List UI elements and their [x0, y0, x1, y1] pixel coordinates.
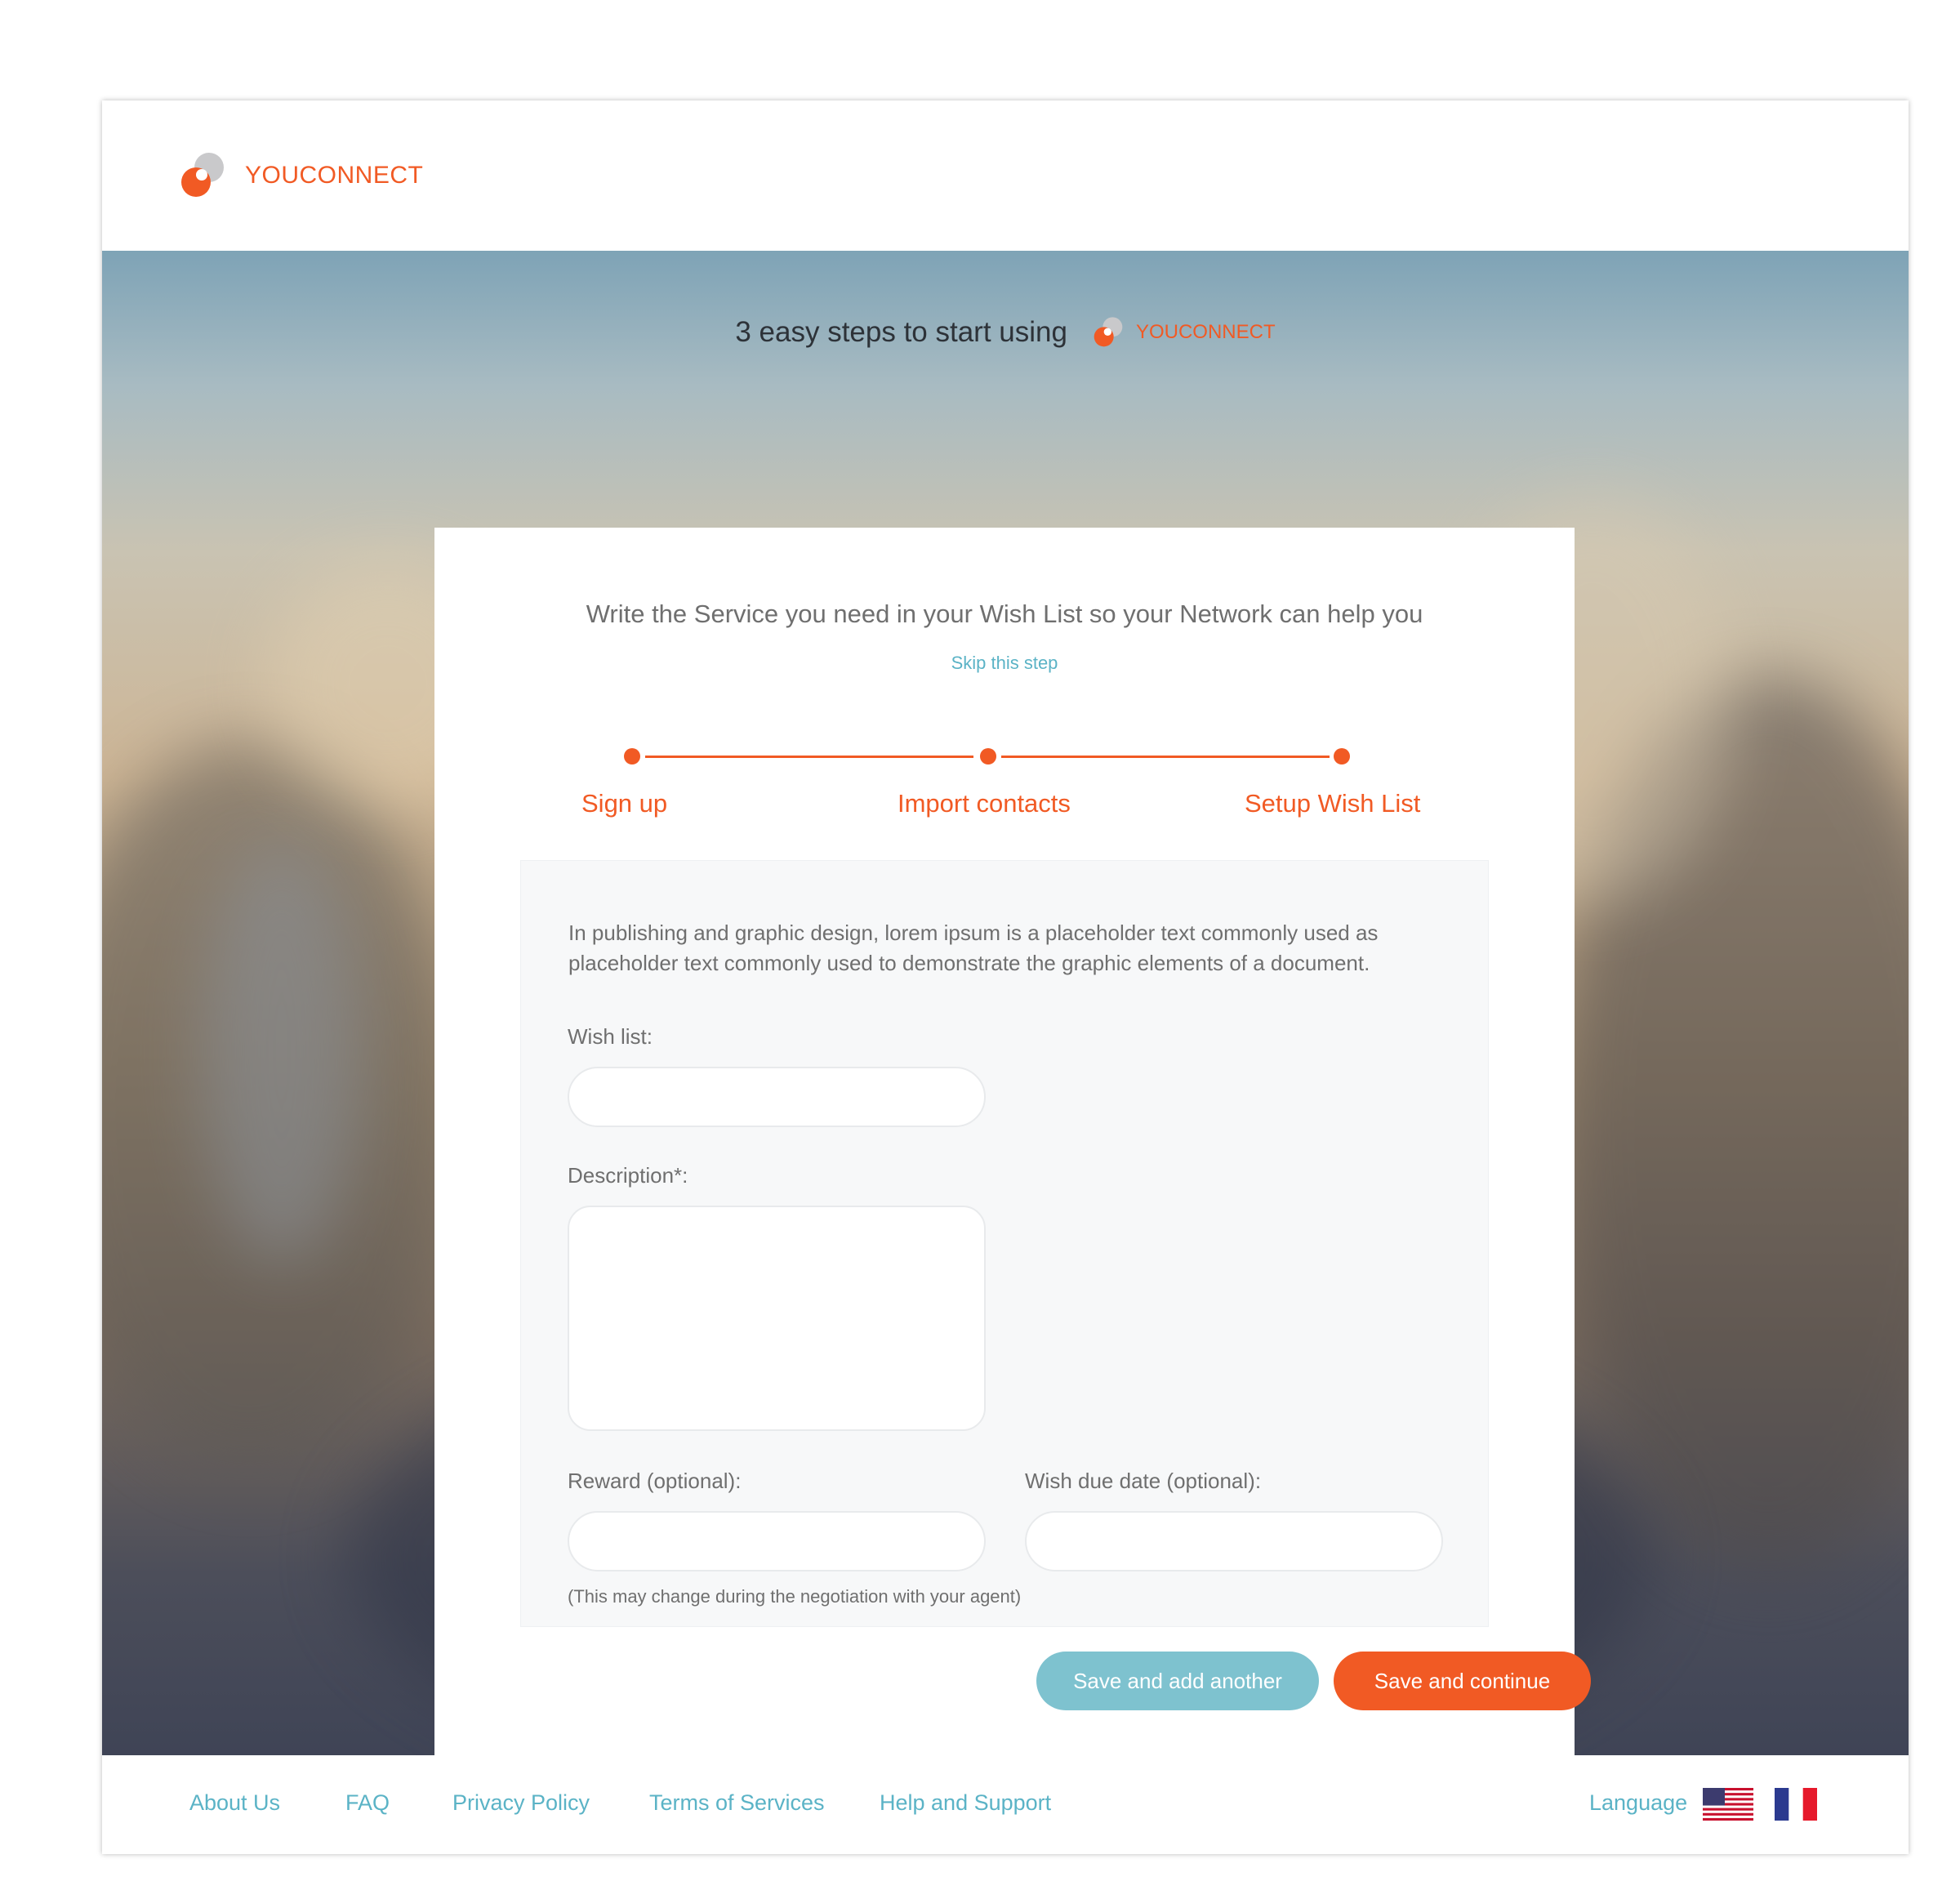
save-add-another-button[interactable]: Save and add another — [1036, 1652, 1319, 1710]
fr-flag-icon[interactable] — [1775, 1788, 1817, 1821]
brand-name: YOUCONNECT — [245, 162, 424, 189]
due-date-label: Wish due date (optional): — [1025, 1469, 1262, 1493]
footer-link-help-and-support[interactable]: Help and Support — [880, 1790, 1051, 1816]
logo[interactable]: YOUCONNECT — [178, 151, 423, 200]
description-label: Description*: — [568, 1163, 688, 1188]
hero-background: 3 easy steps to start using YOUCONNECT W… — [102, 251, 1909, 1755]
skip-step-link[interactable]: Skip this step — [434, 653, 1575, 674]
intro-text: In publishing and graphic design, lorem … — [568, 921, 1379, 975]
step-connector — [1001, 756, 1330, 758]
step-dot-sign-up — [624, 748, 640, 765]
wish-list-card: Write the Service you need in your Wish … — [434, 528, 1591, 1755]
youconnect-logo-icon — [1094, 317, 1123, 347]
card-heading: Write the Service you need in your Wish … — [586, 600, 1423, 628]
footer-link-privacy-policy[interactable]: Privacy Policy — [452, 1790, 590, 1816]
background-blur — [200, 839, 363, 1264]
description-textarea[interactable] — [568, 1206, 986, 1431]
hero-title: 3 easy steps to start using YOUCONNECT — [102, 316, 1909, 349]
step-label-import-contacts: Import contacts — [898, 789, 1071, 818]
top-bar: YOUCONNECT — [102, 100, 1909, 251]
reward-label: Reward (optional): — [568, 1469, 742, 1493]
footer: About Us FAQ Privacy Policy Terms of Ser… — [102, 1755, 1909, 1854]
footer-link-faq[interactable]: FAQ — [345, 1790, 390, 1816]
page-frame: YOUCONNECT 3 easy steps to start using Y… — [102, 100, 1909, 1854]
hero-brand-name: YOUCONNECT — [1135, 321, 1276, 343]
step-label-sign-up: Sign up — [581, 789, 668, 818]
footer-link-about-us[interactable]: About Us — [189, 1790, 280, 1816]
step-connector — [645, 756, 973, 758]
wish-list-form: In publishing and graphic design, lorem … — [520, 860, 1489, 1627]
us-flag-icon[interactable] — [1703, 1788, 1753, 1821]
step-dot-import-contacts — [980, 748, 996, 765]
step-dot-setup-wish-list — [1334, 748, 1350, 765]
footer-link-terms-of-services[interactable]: Terms of Services — [649, 1790, 825, 1816]
hero-title-text: 3 easy steps to start using — [735, 316, 1067, 348]
reward-input[interactable] — [568, 1511, 986, 1571]
reward-hint: (This may change during the negotiation … — [568, 1586, 1022, 1607]
save-continue-button[interactable]: Save and continue — [1334, 1652, 1591, 1710]
step-label-setup-wish-list: Setup Wish List — [1245, 789, 1421, 818]
youconnect-logo-icon — [181, 153, 224, 197]
wish-list-label: Wish list: — [568, 1024, 653, 1049]
wish-list-input[interactable] — [568, 1067, 986, 1127]
step-progress: Sign up Import contacts Setup Wish List — [434, 748, 1575, 846]
language-label: Language — [1589, 1790, 1688, 1815]
due-date-input[interactable] — [1025, 1511, 1443, 1571]
